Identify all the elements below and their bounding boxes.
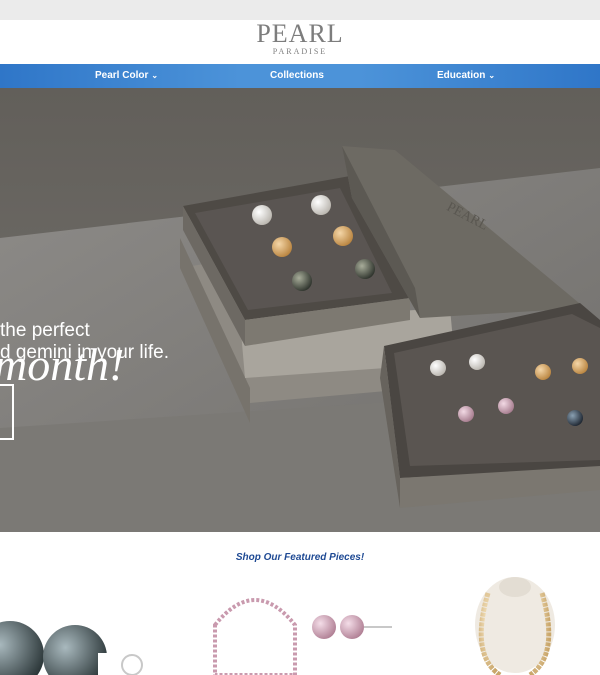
top-strip	[0, 0, 600, 20]
product-images	[0, 577, 555, 675]
hero-subtext-line-1: the perfect	[0, 320, 90, 341]
featured-products	[0, 575, 600, 675]
nav-item-label: Education	[437, 70, 486, 81]
nav-item-label: Collections	[270, 70, 324, 81]
nav-item-label: Pearl Color	[95, 70, 149, 81]
header: PEARL PARADISE	[0, 20, 600, 64]
chevron-down-icon: ⌄	[151, 71, 159, 80]
hero-image: PEARL	[0, 88, 600, 532]
main-nav: Pearl Color ⌄ Collections Education ⌄	[0, 64, 600, 88]
nav-item-education[interactable]: Education ⌄	[437, 64, 495, 88]
hero-subtext-line-2: d gemini in your life.	[0, 342, 169, 363]
pearl-paradise-logo[interactable]: PEARL PARADISE	[254, 19, 346, 62]
nav-item-pearl-color[interactable]: Pearl Color ⌄	[95, 64, 158, 88]
logo-sub-text: PARADISE	[272, 47, 328, 56]
nav-item-collections[interactable]: Collections	[270, 64, 324, 88]
featured-heading: Shop Our Featured Pieces!	[235, 552, 365, 563]
hero-cta-button[interactable]	[0, 384, 14, 440]
logo-main-text: PEARL	[256, 19, 344, 48]
chevron-down-icon: ⌄	[488, 71, 496, 80]
hero-banner[interactable]: PEARL month! the perfect d gemini in you…	[0, 88, 600, 532]
